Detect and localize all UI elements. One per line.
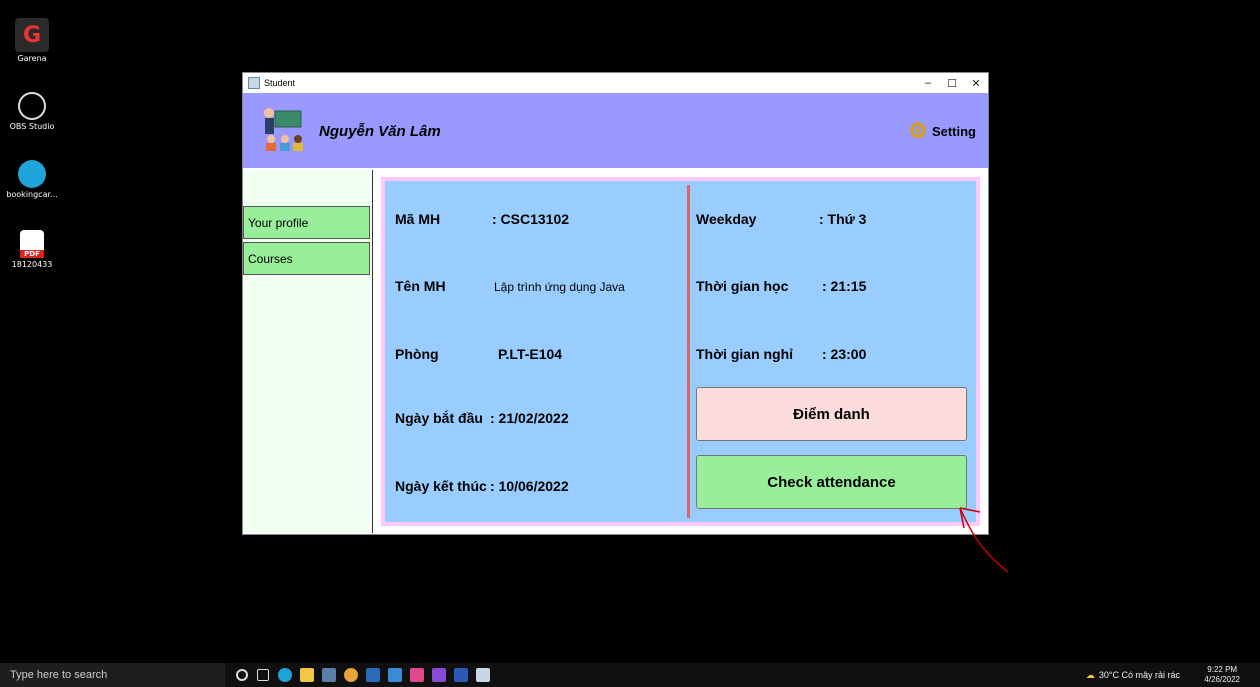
minimize-button[interactable]: – bbox=[916, 77, 940, 90]
teacher-avatar-icon bbox=[261, 105, 305, 153]
thoi-gian-nghi-value: : 23:00 bbox=[822, 346, 867, 362]
desktop-icon-label: Garena bbox=[17, 54, 47, 63]
desktop-icon-label: OBS Studio bbox=[9, 122, 55, 131]
profile-header: Nguyễn Văn Lâm ⚙ Setting bbox=[243, 93, 988, 170]
ten-mh-value: Lập trình ứng dụng Java bbox=[494, 280, 625, 294]
taskbar-clock[interactable]: 9:22 PM 4/26/2022 bbox=[1204, 665, 1240, 685]
maximize-button[interactable]: ☐ bbox=[940, 77, 964, 90]
obs-icon bbox=[18, 92, 46, 120]
student-window: Student – ☐ ✕ Nguyễn Văn Lâm ⚙ Setting Y… bbox=[242, 72, 989, 535]
gear-icon: ⚙ bbox=[908, 118, 928, 143]
desktop-icon-garena[interactable]: G Garena bbox=[4, 18, 60, 63]
desktop-icon-pdf[interactable]: PDF 18120433 bbox=[4, 230, 60, 269]
garena-icon: G bbox=[15, 18, 49, 52]
setting-button[interactable]: ⚙ Setting bbox=[908, 118, 976, 143]
cortana-icon[interactable] bbox=[236, 669, 248, 681]
weather-text[interactable]: 30°C Có mây rải rác bbox=[1099, 670, 1180, 680]
sidebar-item-your-profile[interactable]: Your profile bbox=[243, 206, 370, 239]
thoi-gian-hoc-value: : 21:15 bbox=[822, 278, 867, 294]
window-title: Student bbox=[264, 78, 296, 88]
weekday-value: : Thứ 3 bbox=[819, 211, 867, 227]
word-icon[interactable] bbox=[454, 668, 468, 682]
close-button[interactable]: ✕ bbox=[964, 77, 988, 90]
pdf-icon: PDF bbox=[20, 230, 44, 258]
vscode-icon[interactable] bbox=[366, 668, 380, 682]
phong-value: P.LT-E104 bbox=[498, 346, 563, 362]
chrome-icon[interactable] bbox=[344, 668, 358, 682]
taskbar-search-input[interactable]: Type here to search bbox=[0, 663, 225, 687]
setting-label: Setting bbox=[931, 123, 976, 139]
ngay-ket-thuc-value: : 10/06/2022 bbox=[490, 478, 569, 494]
thoi-gian-nghi-label: Thời gian nghỉ bbox=[696, 346, 794, 362]
app-icon[interactable] bbox=[410, 668, 424, 682]
file-explorer-icon[interactable] bbox=[300, 668, 314, 682]
clock-date: 4/26/2022 bbox=[1204, 675, 1240, 684]
ma-mh-label: Mã MH bbox=[395, 211, 441, 227]
user-name: Nguyễn Văn Lâm bbox=[319, 123, 441, 140]
phong-label: Phòng bbox=[395, 346, 439, 362]
weekday-label: Weekday bbox=[696, 211, 757, 227]
course-panel-inner: Mã MH : CSC13102 Tên MH Lập trình ứng dụ… bbox=[385, 181, 976, 522]
java-taskbar-icon[interactable] bbox=[476, 668, 490, 682]
check-attendance-button[interactable]: Check attendance bbox=[696, 455, 967, 509]
thoi-gian-hoc-label: Thời gian học bbox=[696, 278, 789, 294]
ngay-bat-dau-label: Ngày bắt đầu bbox=[395, 410, 483, 426]
ten-mh-label: Tên MH bbox=[395, 278, 446, 294]
column-divider bbox=[687, 185, 690, 518]
pdf-badge: PDF bbox=[20, 250, 44, 258]
ma-mh-value: : CSC13102 bbox=[492, 211, 570, 227]
ngay-ket-thuc-label: Ngày kết thúc bbox=[395, 478, 487, 494]
github-icon[interactable] bbox=[432, 668, 446, 682]
ngay-bat-dau-value: : 21/02/2022 bbox=[490, 410, 569, 426]
course-panel: Mã MH : CSC13102 Tên MH Lập trình ứng dụ… bbox=[381, 177, 980, 526]
annotation-arrow bbox=[959, 507, 1009, 573]
app-icon[interactable] bbox=[388, 668, 402, 682]
window-titlebar[interactable]: Student – ☐ ✕ bbox=[243, 73, 988, 93]
desktop-icon-label: bookingcar... bbox=[6, 190, 58, 199]
edge-taskbar-icon[interactable] bbox=[278, 668, 292, 682]
taskbar: Type here to search ☁ 30°C Có mây rải rá… bbox=[0, 663, 1260, 687]
store-icon[interactable] bbox=[322, 668, 336, 682]
sidebar: Your profile Courses bbox=[243, 170, 373, 533]
diem-danh-button[interactable]: Điểm danh bbox=[696, 387, 967, 441]
java-app-icon bbox=[248, 77, 260, 89]
desktop-icon-label: 18120433 bbox=[11, 260, 53, 269]
system-tray: ☁ 30°C Có mây rải rác bbox=[1086, 663, 1180, 687]
desktop-icon-edge[interactable]: bookingcar... bbox=[4, 160, 60, 199]
edge-icon bbox=[18, 160, 46, 188]
weather-icon: ☁ bbox=[1085, 669, 1095, 680]
sidebar-item-courses[interactable]: Courses bbox=[243, 242, 370, 275]
desktop-icon-obs[interactable]: OBS Studio bbox=[4, 92, 60, 131]
clock-time: 9:22 PM bbox=[1207, 665, 1238, 674]
task-view-icon[interactable] bbox=[257, 669, 269, 681]
